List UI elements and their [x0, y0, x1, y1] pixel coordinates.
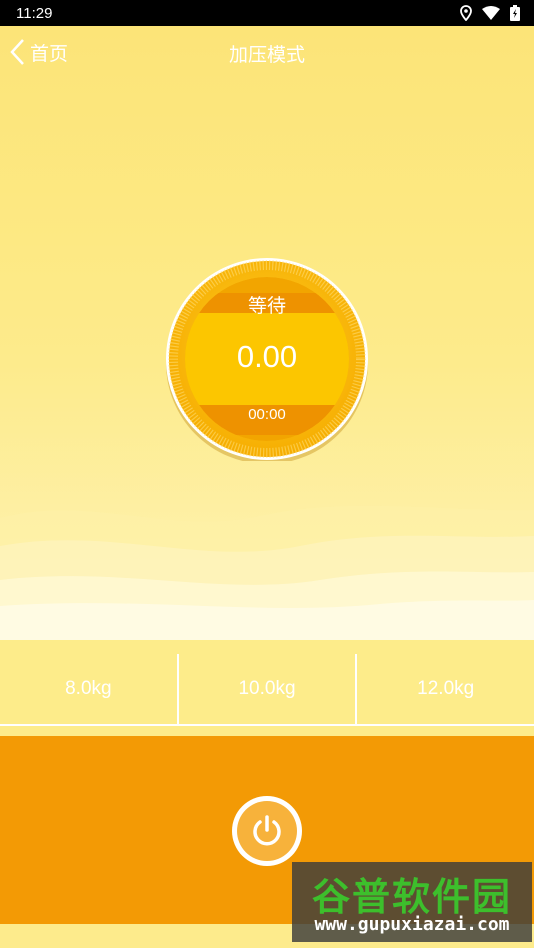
watermark-title: 谷普软件园 [311, 875, 512, 919]
weight-selector: 8.0kg 10.0kg 12.0kg [0, 640, 534, 736]
watermark-url: www.gupuxiazai.com [314, 914, 510, 935]
pressure-value: 0.00 [236, 339, 298, 374]
nav-bar: 首页 加压模式 [0, 26, 534, 78]
wifi-icon [482, 6, 500, 20]
power-icon [253, 815, 281, 846]
elapsed-time: 00:00 [248, 406, 286, 423]
divider [0, 724, 534, 726]
weight-option-10kg[interactable]: 10.0kg [179, 654, 356, 724]
dial-status: 等待 [247, 295, 286, 317]
power-button-face [237, 801, 297, 861]
power-button[interactable] [232, 796, 302, 866]
pressure-dial: 等待 0.00 00:00 [165, 257, 369, 461]
weight-options: 8.0kg 10.0kg 12.0kg [0, 654, 534, 724]
watermark: 谷普软件园 www.gupuxiazai.com [292, 862, 532, 942]
wave-decoration [0, 505, 534, 640]
weight-option-8kg[interactable]: 8.0kg [0, 654, 177, 724]
page-title: 加压模式 [228, 44, 305, 66]
main-area: 首页 加压模式 等待 0.00 00:00 [0, 26, 534, 640]
location-icon [460, 5, 472, 21]
status-bar: 11:29 [0, 0, 534, 26]
weight-option-12kg[interactable]: 12.0kg [357, 654, 534, 724]
status-time: 11:29 [16, 4, 53, 22]
status-icons [460, 5, 520, 21]
battery-icon [510, 5, 520, 21]
